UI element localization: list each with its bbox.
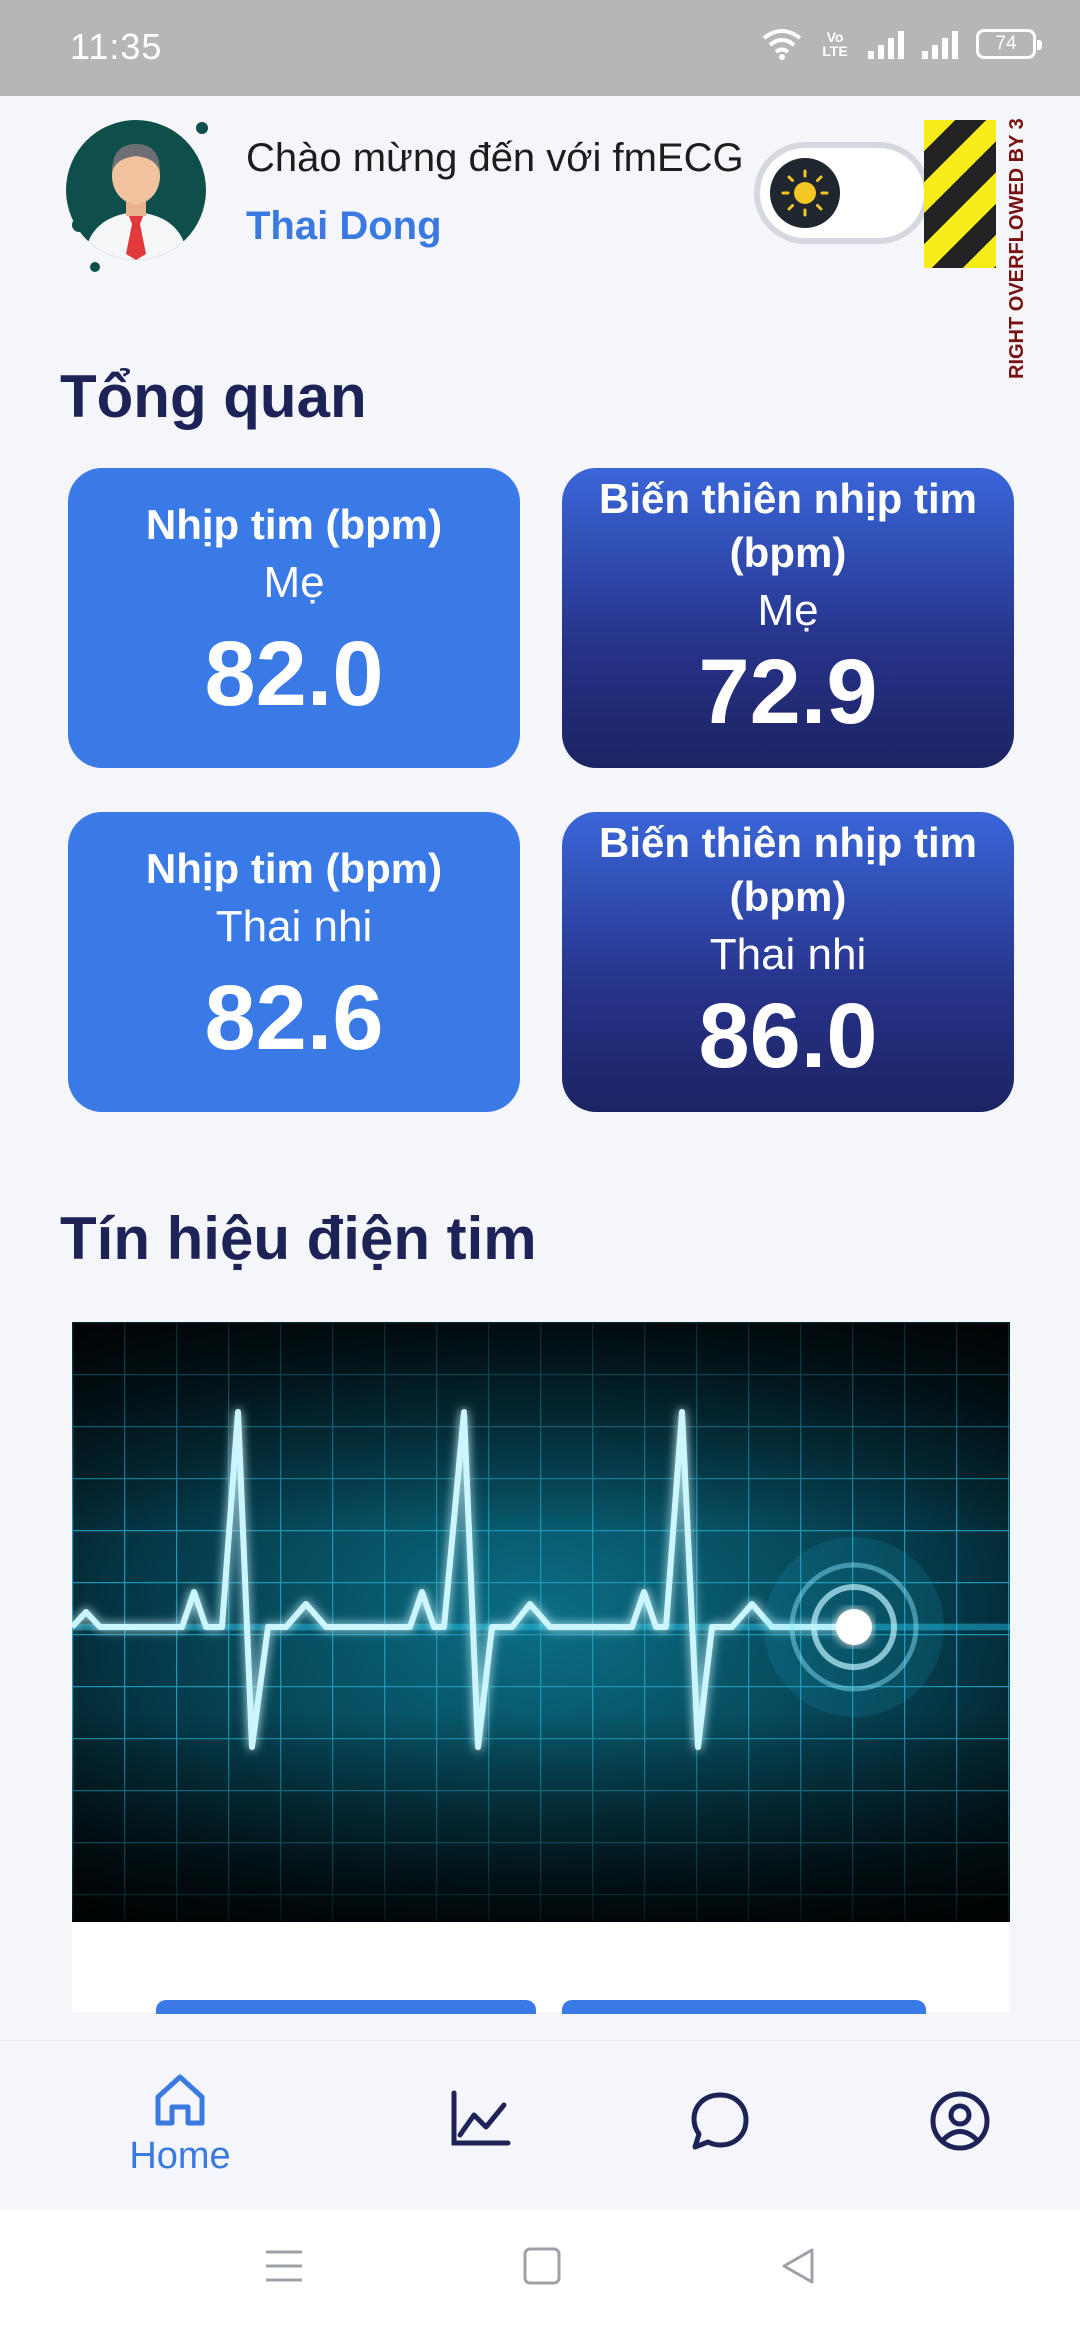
metric-card-mother-hrv[interactable]: Biến thiên nhịp tim (bpm) Mẹ 72.9: [562, 468, 1014, 768]
ecg-title: Tín hiệu điện tim: [60, 1205, 537, 1272]
volte-badge: Vo LTE: [822, 29, 848, 59]
metric-label: Biến thiên nhịp tim (bpm): [599, 475, 977, 576]
avatar-decor-dot: [72, 218, 86, 232]
status-time: 11:35: [70, 26, 163, 67]
signal-icon: [868, 31, 904, 59]
chart-icon: [451, 2090, 511, 2146]
metric-value: 82.0: [204, 623, 384, 725]
header: Chào mừng đến với fmECG Thai Dong RIGHT …: [0, 96, 1080, 379]
metric-subject: Thai nhi: [215, 902, 373, 951]
metric-value: 86.0: [698, 985, 878, 1087]
metric-card-fetus-hrv[interactable]: Biến thiên nhịp tim (bpm) Thai nhi 86.0: [562, 812, 1014, 1112]
metric-label: Nhịp tim (bpm): [145, 845, 443, 892]
signal-icon-2: [922, 31, 958, 59]
status-icons: Vo LTE 74: [762, 28, 1042, 60]
metric-subject: Mẹ: [263, 558, 325, 607]
bottom-nav: Home: [0, 2040, 1080, 2210]
metric-card-mother-hr[interactable]: Nhịp tim (bpm) Mẹ 82.0: [68, 468, 520, 768]
system-nav-bar: [0, 2210, 1080, 2340]
nav-chat[interactable]: [620, 2089, 820, 2219]
overview-title: Tổng quan: [60, 363, 367, 430]
username: Thai Dong: [246, 204, 442, 248]
nav-profile[interactable]: [860, 2089, 1060, 2219]
home-square-icon[interactable]: [520, 2244, 564, 2288]
sun-icon: [770, 158, 840, 228]
metric-label: Nhịp tim (bpm): [145, 501, 443, 548]
nav-home[interactable]: Home: [80, 2069, 280, 2199]
wifi-icon: [762, 29, 802, 60]
metric-value: 82.6: [204, 967, 384, 1069]
nav-chart[interactable]: [380, 2089, 580, 2219]
theme-toggle[interactable]: [754, 142, 930, 244]
avatar-decor-dot: [90, 262, 100, 272]
ecg-panel: [72, 1322, 1010, 2014]
nav-home-label: Home: [129, 2135, 231, 2177]
metric-subject: Thai nhi: [709, 930, 867, 979]
metric-value: 72.9: [698, 641, 878, 743]
ecg-action-button-1[interactable]: [156, 2000, 536, 2014]
metric-card-fetus-hr[interactable]: Nhịp tim (bpm) Thai nhi 82.6: [68, 812, 520, 1112]
profile-icon: [930, 2091, 990, 2151]
overflow-indicator: [924, 120, 996, 268]
overflow-warning-text: RIGHT OVERFLOWED BY 3: [1006, 118, 1028, 379]
ecg-action-button-2[interactable]: [562, 2000, 926, 2014]
metric-label: Biến thiên nhịp tim (bpm): [599, 819, 977, 920]
avatar-decor-dot: [196, 122, 208, 134]
back-icon[interactable]: [776, 2244, 820, 2288]
avatar[interactable]: [66, 120, 206, 260]
chat-icon: [691, 2092, 749, 2150]
ecg-waveform-image: [72, 1322, 1010, 1922]
status-bar: 11:35 Vo LTE 74: [0, 0, 1080, 96]
metric-subject: Mẹ: [757, 586, 819, 635]
home-icon: [155, 2074, 205, 2126]
menu-icon[interactable]: [262, 2244, 306, 2288]
battery-icon: 74: [976, 29, 1042, 59]
welcome-text: Chào mừng đến với fmECG: [246, 136, 744, 180]
